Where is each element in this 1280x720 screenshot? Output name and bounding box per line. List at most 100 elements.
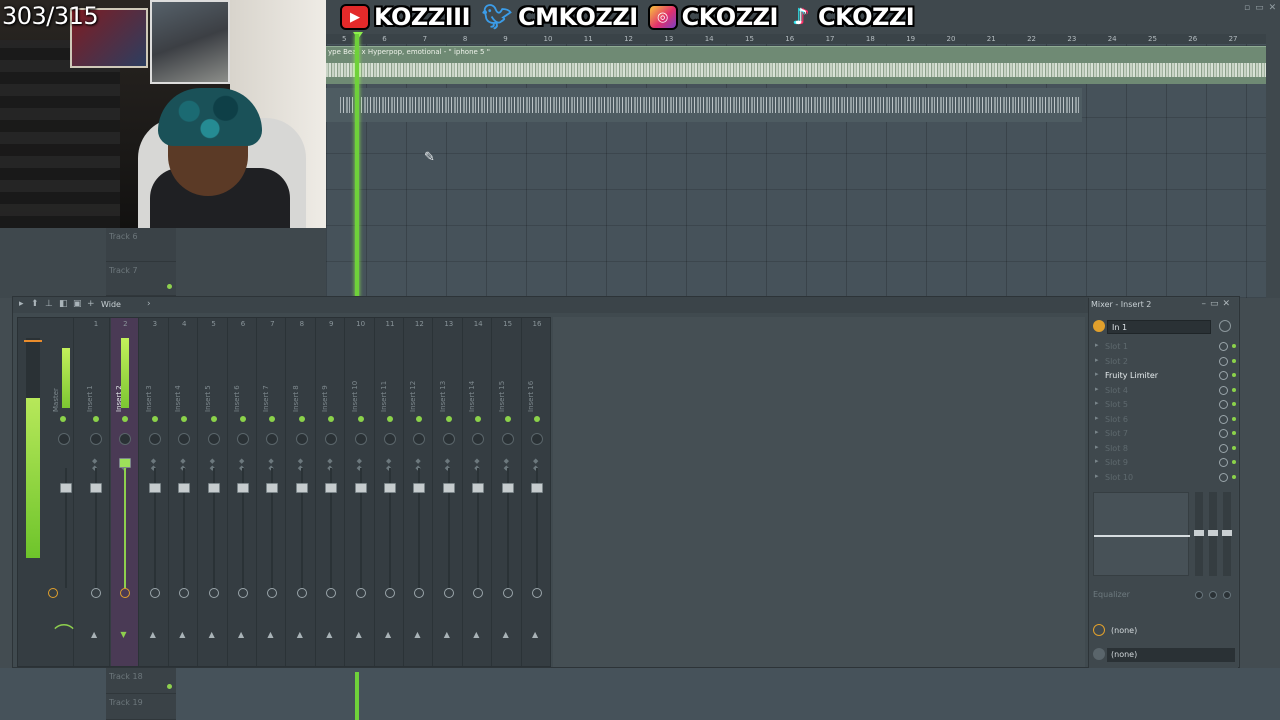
volume-fader[interactable]: [354, 483, 367, 493]
send-up-icon[interactable]: ▲: [473, 630, 479, 639]
merge-icon[interactable]: ⊥: [45, 299, 53, 309]
slot-mix-knob[interactable]: [1219, 356, 1228, 366]
mixer-strip-insert[interactable]: 8Insert 8◆◆▲: [288, 318, 316, 666]
route-button[interactable]: [120, 588, 131, 598]
effect-slot[interactable]: ▸ Slot 7: [1095, 427, 1236, 441]
track-enable-led[interactable]: [167, 684, 172, 689]
mixer-strip-insert[interactable]: 2Insert 2◆◆▼: [111, 318, 140, 666]
mixer-strip-insert[interactable]: 5Insert 5◆◆▲: [200, 318, 228, 666]
pan-knob[interactable]: [207, 433, 220, 445]
slot-enable-led[interactable]: [1232, 460, 1236, 464]
strip-enable-led[interactable]: [181, 416, 188, 422]
mixer-strip-insert[interactable]: 9Insert 9◆◆▲: [317, 318, 346, 666]
volume-fader[interactable]: [472, 483, 485, 493]
slot-enable-led[interactable]: [1232, 387, 1236, 392]
slot-mix-knob[interactable]: [1219, 429, 1228, 438]
mixer-strip-master[interactable]: Master ⌒: [18, 318, 74, 666]
preset-arrow-icon[interactable]: ›: [147, 299, 151, 309]
mixer-strip-insert[interactable]: 10Insert 10◆◆▲: [347, 318, 375, 666]
volume-fader[interactable]: [531, 483, 543, 493]
mixer-strip-insert[interactable]: 14Insert 14◆◆▲: [464, 318, 493, 666]
send-up-icon[interactable]: ▲: [444, 630, 450, 639]
slot-enable-led[interactable]: [1232, 445, 1236, 450]
send-up-icon[interactable]: ▲: [238, 630, 244, 639]
slot-enable-led[interactable]: [1232, 416, 1236, 421]
strip-enable-led[interactable]: [122, 416, 129, 422]
pan-knob[interactable]: [354, 433, 367, 445]
effect-slot[interactable]: ▸ Slot 4: [1095, 384, 1236, 398]
route-button[interactable]: [238, 588, 248, 598]
route-button[interactable]: [355, 588, 366, 598]
send-up-icon[interactable]: ▲: [326, 630, 332, 639]
pan-knob[interactable]: [58, 433, 70, 445]
eq-band-fader[interactable]: [1208, 492, 1218, 576]
effect-slot[interactable]: ▸ Slot 6: [1095, 413, 1236, 427]
input-knob[interactable]: [1219, 320, 1231, 332]
volume-fader[interactable]: [237, 483, 249, 493]
volume-fader[interactable]: [442, 483, 455, 493]
pointer-tool-icon[interactable]: ⬆: [31, 299, 39, 309]
slot-expand-icon[interactable]: ▸: [1095, 399, 1099, 407]
slot-mix-knob[interactable]: [1219, 458, 1228, 467]
slot-mix-knob[interactable]: [1219, 371, 1228, 380]
strip-enable-led[interactable]: [475, 416, 482, 422]
effect-slot[interactable]: ▸ Slot 10: [1095, 471, 1236, 485]
pan-knob[interactable]: [442, 433, 455, 445]
strip-enable-led[interactable]: [60, 416, 66, 422]
mixer-strip-insert[interactable]: 15Insert 15◆◆▲: [494, 318, 522, 666]
slot-expand-icon[interactable]: ▸: [1095, 341, 1099, 349]
route-button[interactable]: [267, 588, 278, 598]
volume-fader[interactable]: [295, 483, 308, 493]
slot-enable-led[interactable]: [1232, 344, 1236, 348]
send-up-icon[interactable]: ▲: [414, 630, 420, 639]
slot-expand-icon[interactable]: ▸: [1095, 370, 1099, 378]
strip-enable-led[interactable]: [93, 416, 99, 422]
slot-expand-icon[interactable]: ▸: [1095, 385, 1099, 393]
mixer-strip-insert[interactable]: 16Insert 16◆◆▲: [523, 318, 551, 666]
pan-knob[interactable]: [90, 433, 102, 445]
slot-expand-icon[interactable]: ▸: [1095, 472, 1099, 480]
strip-enable-led[interactable]: [387, 416, 393, 422]
slot-enable-led[interactable]: [1232, 373, 1236, 377]
eq-knob[interactable]: [1209, 591, 1217, 599]
volume-fader[interactable]: [60, 483, 72, 493]
mixer-strip-insert[interactable]: 11Insert 11◆◆▲: [376, 318, 404, 666]
slot-enable-led[interactable]: [1232, 474, 1236, 479]
slot-mix-knob[interactable]: [1219, 385, 1228, 395]
effect-slot[interactable]: ▸ Slot 5: [1095, 398, 1236, 412]
add-icon[interactable]: +: [87, 299, 95, 309]
pan-knob[interactable]: [266, 433, 279, 445]
send-up-icon[interactable]: ▲: [532, 630, 538, 639]
strip-enable-led[interactable]: [357, 416, 364, 422]
output-send[interactable]: (none): [1093, 624, 1235, 638]
insert-window-controls[interactable]: –▭✕: [1201, 299, 1234, 309]
route-button[interactable]: [208, 588, 219, 598]
eq-band-fader[interactable]: [1222, 492, 1232, 576]
audio-clip-secondary[interactable]: [326, 88, 1082, 122]
strip-enable-led[interactable]: [269, 416, 276, 422]
route-button[interactable]: [443, 588, 454, 598]
slot-enable-led[interactable]: [1232, 431, 1236, 435]
effect-slot[interactable]: ▸ Slot 1: [1095, 340, 1236, 354]
pan-knob[interactable]: [413, 433, 426, 445]
route-button[interactable]: [48, 588, 58, 598]
volume-fader[interactable]: [413, 483, 426, 493]
effect-slot[interactable]: ▸ Slot 9: [1095, 456, 1236, 470]
pan-knob[interactable]: [501, 433, 514, 445]
slot-expand-icon[interactable]: ▸: [1095, 443, 1099, 451]
pan-knob[interactable]: [325, 433, 338, 445]
route-target[interactable]: (none): [1107, 648, 1235, 662]
input-settings-icon[interactable]: [1093, 320, 1105, 332]
slot-mix-knob[interactable]: [1219, 414, 1228, 424]
effect-slot[interactable]: ▸ Slot 2: [1095, 355, 1236, 369]
link-icon[interactable]: ◧: [59, 299, 68, 309]
mixer-strip-insert[interactable]: 7Insert 7◆◆▲: [258, 318, 287, 666]
pan-knob[interactable]: [148, 433, 161, 445]
slot-enable-led[interactable]: [1232, 358, 1236, 363]
route-button[interactable]: [414, 588, 425, 598]
strip-enable-led[interactable]: [240, 416, 246, 422]
pan-knob[interactable]: [384, 433, 396, 445]
send-up-icon[interactable]: ▲: [503, 630, 509, 639]
pan-knob[interactable]: [472, 433, 485, 445]
strip-enable-led[interactable]: [298, 416, 305, 422]
